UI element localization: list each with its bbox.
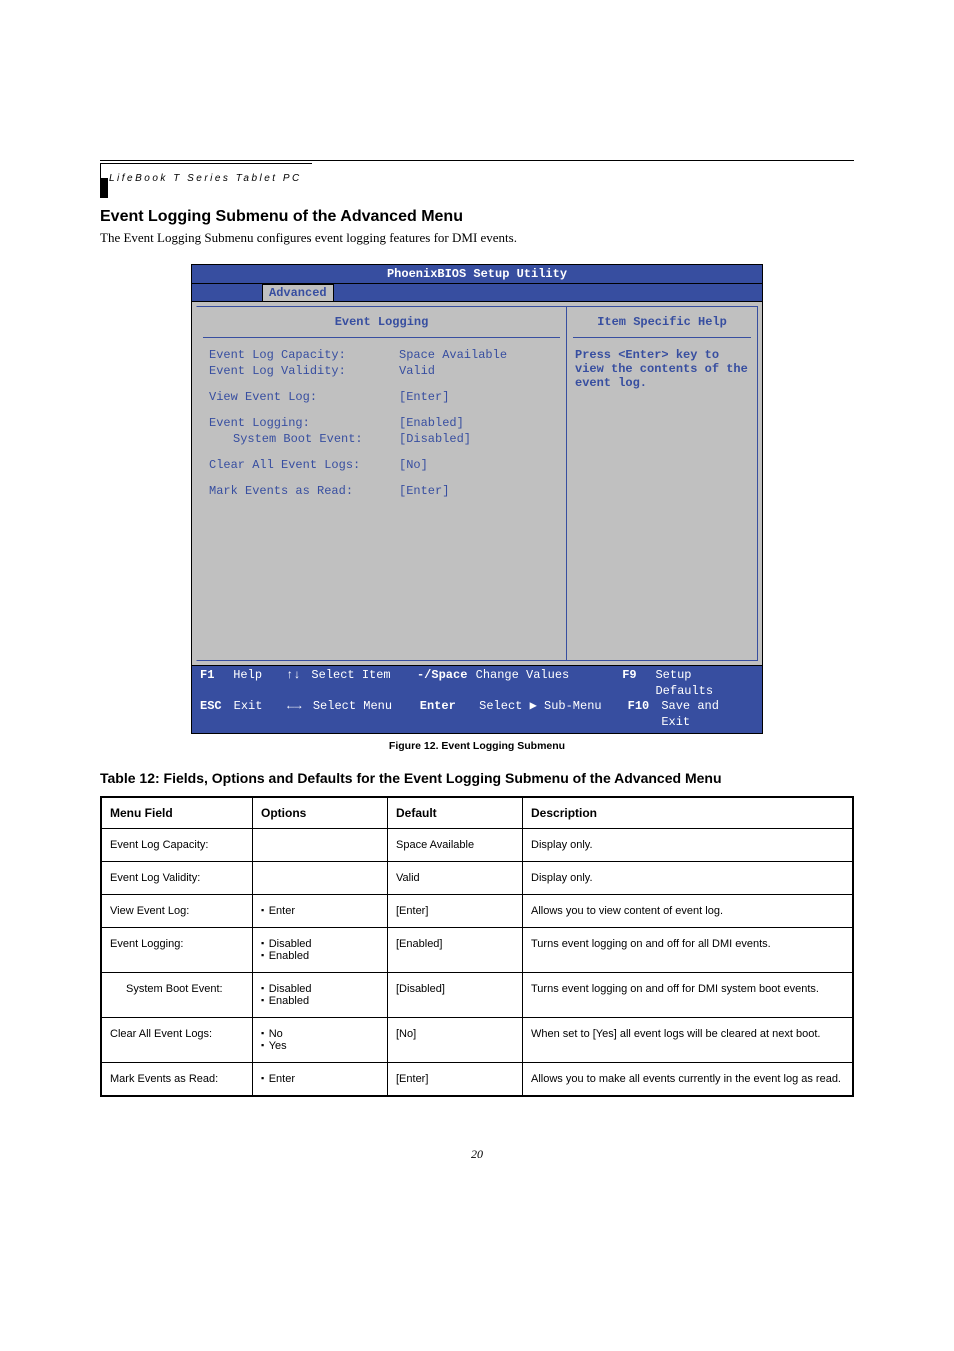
- bios-help-text: Press <Enter> key to view the contents o…: [567, 338, 757, 400]
- footer-key-enter: Enter: [420, 699, 479, 730]
- bios-row-logging[interactable]: Event Logging: [Enabled]: [209, 416, 566, 430]
- footer-key-leftright: ←→: [287, 699, 313, 730]
- cell-desc: Allows you to make all events currently …: [523, 1063, 854, 1097]
- cell-desc: Display only.: [523, 829, 854, 862]
- cell-options: DisabledEnabled: [253, 928, 388, 973]
- bios-value: [Enter]: [399, 484, 449, 498]
- bios-value: [Disabled]: [399, 432, 471, 446]
- bios-label: Event Log Validity:: [209, 364, 399, 378]
- cell-default: [Enter]: [388, 895, 523, 928]
- table-row: Event Logging:DisabledEnabled[Enabled]Tu…: [101, 928, 853, 973]
- cell-desc: Turns event logging on and off for DMI s…: [523, 973, 854, 1018]
- footer-key-minusspace: -/Space: [417, 668, 476, 699]
- page-header-box: LifeBook T Series Tablet PC: [100, 163, 312, 186]
- cell-default: Space Available: [388, 829, 523, 862]
- section-title: Event Logging Submenu of the Advanced Me…: [100, 208, 854, 226]
- th-options: Options: [253, 797, 388, 829]
- footer-label-selectsub: Select ▶ Sub-Menu: [479, 699, 628, 730]
- data-table: Menu Field Options Default Description E…: [100, 796, 854, 1097]
- bios-label: View Event Log:: [209, 390, 399, 404]
- footer-key-f9: F9: [622, 668, 655, 699]
- table-row: Event Log Capacity: Space AvailableDispla…: [101, 829, 853, 862]
- cell-options: Enter: [253, 895, 388, 928]
- cell-options: [253, 862, 388, 895]
- cell-field: Event Log Validity:: [101, 862, 253, 895]
- bios-label: Mark Events as Read:: [209, 484, 399, 498]
- footer-key-updown: ↑↓: [286, 668, 311, 699]
- header-tab-decor: [100, 178, 108, 198]
- footer-label-help: Help: [233, 668, 286, 699]
- table-row: View Event Log:Enter[Enter]Allows you to…: [101, 895, 853, 928]
- table-row: Clear All Event Logs:NoYes[No]When set t…: [101, 1018, 853, 1063]
- cell-default: [Disabled]: [388, 973, 523, 1018]
- footer-key-f1: F1: [200, 668, 233, 699]
- cell-field: System Boot Event:: [101, 973, 253, 1018]
- th-field: Menu Field: [101, 797, 253, 829]
- bios-value: Space Available: [399, 348, 507, 362]
- bios-row-capacity: Event Log Capacity: Space Available: [209, 348, 566, 362]
- bios-value: [Enabled]: [399, 416, 464, 430]
- table-header-row: Menu Field Options Default Description: [101, 797, 853, 829]
- footer-label-selectitem: Select Item: [311, 668, 417, 699]
- cell-field: Clear All Event Logs:: [101, 1018, 253, 1063]
- cell-default: [No]: [388, 1018, 523, 1063]
- cell-desc: Display only.: [523, 862, 854, 895]
- cell-field: Event Log Capacity:: [101, 829, 253, 862]
- bios-footer: F1 Help ↑↓ Select Item -/Space Change Va…: [192, 665, 762, 733]
- th-default: Default: [388, 797, 523, 829]
- bios-value: Valid: [399, 364, 435, 378]
- bios-row-validity: Event Log Validity: Valid: [209, 364, 566, 378]
- figure-caption: Figure 12. Event Logging Submenu: [100, 740, 854, 752]
- cell-default: [Enabled]: [388, 928, 523, 973]
- bios-row-clear[interactable]: Clear All Event Logs: [No]: [209, 458, 566, 472]
- table-row: System Boot Event:DisabledEnabled[Disabl…: [101, 973, 853, 1018]
- bios-row-view[interactable]: View Event Log: [Enter]: [209, 390, 566, 404]
- bios-value: [No]: [399, 458, 428, 472]
- cell-field: Mark Events as Read:: [101, 1063, 253, 1097]
- cell-field: View Event Log:: [101, 895, 253, 928]
- cell-desc: Allows you to view content of event log.: [523, 895, 854, 928]
- cell-default: Valid: [388, 862, 523, 895]
- cell-options: DisabledEnabled: [253, 973, 388, 1018]
- cell-options: NoYes: [253, 1018, 388, 1063]
- table-title: Table 12: Fields, Options and Defaults f…: [100, 770, 854, 786]
- footer-label-setupdefaults: Setup Defaults: [655, 668, 754, 699]
- bios-help-title: Item Specific Help: [573, 307, 751, 338]
- bios-label: System Boot Event:: [209, 432, 399, 446]
- bios-label: Event Log Capacity:: [209, 348, 399, 362]
- bios-panel-title: Event Logging: [203, 307, 560, 338]
- bios-value: [Enter]: [399, 390, 449, 404]
- product-line: LifeBook T Series Tablet PC: [109, 173, 302, 184]
- bios-row-sysboot[interactable]: System Boot Event: [Disabled]: [209, 432, 566, 446]
- bios-label: Event Logging:: [209, 416, 399, 430]
- bios-label: Clear All Event Logs:: [209, 458, 399, 472]
- bios-left-panel: Event Logging Event Log Capacity: Space …: [196, 306, 567, 661]
- bios-tabs: Advanced: [192, 284, 762, 302]
- th-desc: Description: [523, 797, 854, 829]
- page-number: 20: [100, 1147, 854, 1162]
- section-intro: The Event Logging Submenu configures eve…: [100, 230, 854, 246]
- cell-options: [253, 829, 388, 862]
- cell-options: Enter: [253, 1063, 388, 1097]
- footer-label-selectmenu: Select Menu: [313, 699, 420, 730]
- cell-default: [Enter]: [388, 1063, 523, 1097]
- table-row: Event Log Validity: ValidDisplay only.: [101, 862, 853, 895]
- cell-field: Event Logging:: [101, 928, 253, 973]
- table-row: Mark Events as Read:Enter[Enter]Allows y…: [101, 1063, 853, 1097]
- cell-desc: When set to [Yes] all event logs will be…: [523, 1018, 854, 1063]
- bios-row-mark[interactable]: Mark Events as Read: [Enter]: [209, 484, 566, 498]
- bios-help-panel: Item Specific Help Press <Enter> key to …: [567, 306, 758, 661]
- footer-key-esc: ESC: [200, 699, 234, 730]
- bios-screenshot: PhoenixBIOS Setup Utility Advanced Event…: [191, 264, 763, 734]
- footer-label-changevalues: Change Values: [476, 668, 623, 699]
- bios-tab-advanced[interactable]: Advanced: [262, 284, 334, 301]
- cell-desc: Turns event logging on and off for all D…: [523, 928, 854, 973]
- footer-key-f10: F10: [628, 699, 662, 730]
- bios-title: PhoenixBIOS Setup Utility: [192, 265, 762, 284]
- footer-label-exit: Exit: [234, 699, 287, 730]
- footer-label-saveexit: Save and Exit: [661, 699, 754, 730]
